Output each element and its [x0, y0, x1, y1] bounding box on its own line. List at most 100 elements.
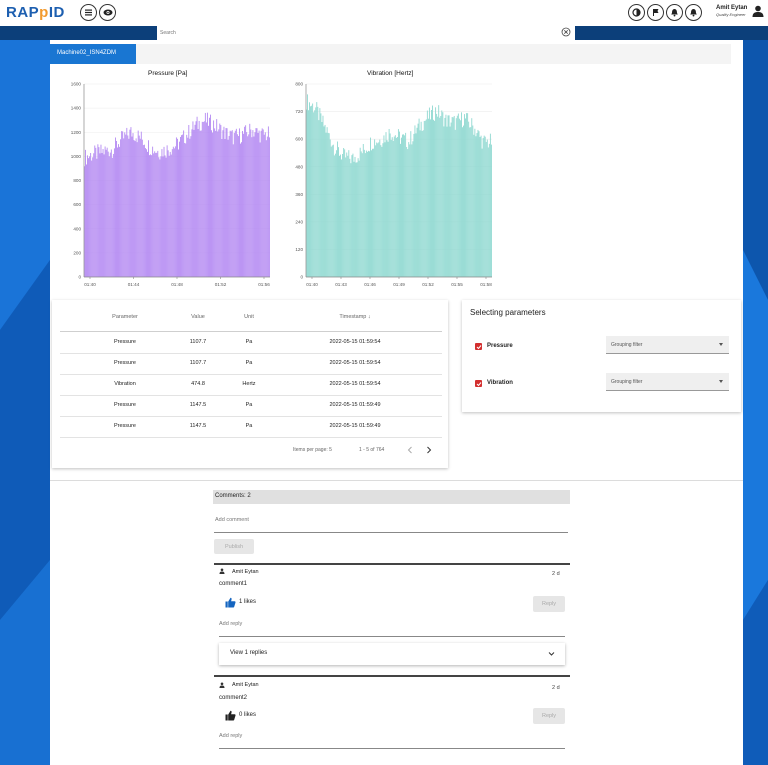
vibration-chart: 0 120 240 360 480 600 720 800 01:40 01:43 01:46 01:… — [295, 82, 492, 287]
header-value[interactable]: Value — [178, 314, 218, 320]
x-tick-label: 01:48 — [171, 282, 183, 287]
chart-bar — [349, 158, 351, 277]
y-tick-label: 1400 — [71, 106, 82, 111]
chart-bar — [265, 140, 267, 277]
chart-bar — [455, 118, 457, 277]
chart-bar — [91, 160, 93, 277]
thumb-up-icon[interactable] — [225, 597, 236, 608]
chart-bar — [348, 150, 350, 277]
chart-bar — [134, 141, 136, 277]
chart-bar — [392, 140, 394, 277]
chart-bar — [451, 117, 453, 277]
search-input[interactable]: Search — [157, 26, 575, 40]
chart-bar — [475, 136, 477, 277]
app-logo[interactable]: RAPpID — [6, 4, 65, 21]
chart-bar — [163, 146, 165, 277]
chart-bar — [136, 142, 138, 277]
add-reply-field[interactable]: Add reply — [219, 733, 242, 739]
cell-timestamp: 2022-05-15 01:59:49 — [329, 423, 381, 429]
comment-text: comment1 — [219, 581, 248, 587]
cell-timestamp: 2022-05-15 01:59:54 — [329, 360, 381, 366]
person-icon[interactable] — [752, 5, 764, 17]
chart-bar — [267, 126, 269, 277]
header-timestamp[interactable]: Timestamp ↓ — [305, 314, 405, 320]
selecting-parameters-title: Selecting parameters — [470, 308, 546, 317]
chart-bar — [116, 140, 117, 277]
chart-bar — [341, 159, 343, 277]
chart-bar — [393, 136, 395, 277]
chart-bar — [450, 122, 452, 277]
chart-bar — [253, 136, 255, 277]
flag-button[interactable] — [647, 4, 664, 21]
visibility-button[interactable] — [99, 4, 116, 21]
chart-bar — [106, 147, 108, 277]
clear-search-icon[interactable] — [561, 27, 571, 37]
previous-page-icon[interactable] — [405, 445, 415, 455]
x-tick-label: 01:44 — [128, 282, 140, 287]
chart-bar — [187, 137, 189, 277]
chart-bar — [328, 133, 330, 277]
header-parameter[interactable]: Parameter — [95, 314, 155, 320]
reply-button[interactable]: Reply — [533, 596, 565, 612]
add-reply-field[interactable]: Add reply — [219, 621, 242, 627]
chart-bar — [446, 126, 448, 277]
next-page-icon[interactable] — [424, 445, 434, 455]
vibration-grouping-filter[interactable]: Grouping filter — [606, 373, 729, 391]
chart-bar — [190, 136, 192, 277]
y-tick-label: 1200 — [71, 130, 82, 135]
chart-bar — [251, 137, 253, 277]
chart-bar — [206, 112, 208, 278]
x-tick-label: 01:55 — [451, 282, 463, 287]
chart-bar — [197, 129, 199, 277]
y-tick-label: 0 — [78, 275, 81, 280]
chart-bar — [192, 121, 194, 277]
menu-button[interactable] — [80, 4, 97, 21]
comments-header: Comments: 2 — [213, 490, 570, 504]
chart-bar — [403, 134, 405, 277]
notifications-button[interactable] — [685, 4, 702, 21]
chart-bar — [407, 149, 409, 277]
chart-bar — [414, 125, 416, 277]
reply-button[interactable]: Reply — [533, 708, 565, 724]
chart-bar — [217, 131, 219, 277]
items-per-page-label[interactable]: Items per page: 5 — [293, 447, 332, 453]
chart-bar — [316, 102, 318, 277]
chart-bar — [335, 150, 337, 277]
y-tick-label: 1000 — [71, 154, 82, 159]
chart-bar — [179, 141, 180, 277]
chart-bar — [323, 126, 325, 277]
pressure-grouping-filter[interactable]: Grouping filter — [606, 336, 729, 354]
chart-bar — [224, 138, 226, 277]
chart-bar — [344, 149, 346, 277]
chart-bar — [169, 151, 171, 277]
tab-machine[interactable]: Machine02_ISN4ZDM — [50, 44, 136, 64]
chart-bar — [445, 114, 447, 277]
pressure-checkbox[interactable] — [475, 343, 482, 350]
vibration-checkbox[interactable] — [475, 380, 482, 387]
theme-toggle-button[interactable] — [628, 4, 645, 21]
chart-bar — [358, 160, 360, 277]
chart-bar — [461, 112, 462, 278]
alerts-button[interactable] — [666, 4, 683, 21]
chart-bar — [150, 154, 152, 277]
chart-bar — [317, 106, 319, 277]
chart-bar — [442, 112, 444, 277]
chart-bar — [100, 144, 102, 277]
add-comment-field[interactable]: Add comment — [215, 517, 249, 523]
chart-bar — [330, 146, 332, 277]
bell-icon — [690, 9, 697, 17]
chart-bar — [129, 129, 131, 277]
chart-bar — [138, 135, 140, 277]
y-tick-label: 400 — [73, 226, 81, 231]
chart-bar — [427, 118, 429, 278]
cell-value: 474.8 — [191, 381, 205, 387]
comment-author: Amit Eytan — [232, 569, 259, 575]
view-replies-panel[interactable]: View 1 replies — [219, 643, 565, 665]
chart-bar — [128, 138, 130, 277]
thumb-up-icon[interactable] — [225, 710, 236, 721]
chart-bar — [386, 140, 388, 277]
chart-bar — [387, 141, 389, 277]
header-unit[interactable]: Unit — [234, 314, 264, 320]
publish-button[interactable]: Publish — [214, 539, 254, 554]
chart-bar — [470, 127, 472, 277]
